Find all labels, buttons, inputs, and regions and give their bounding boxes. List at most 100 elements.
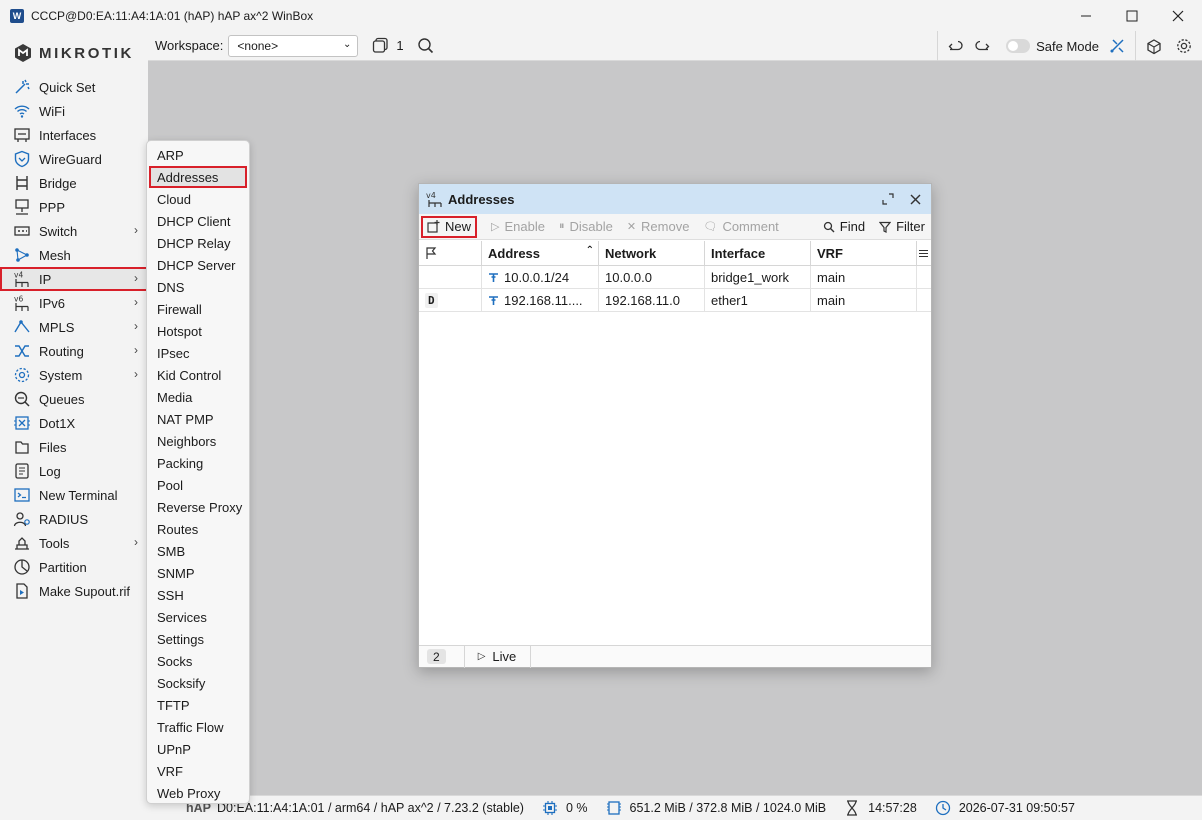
logo-text: MIKROTIK bbox=[39, 44, 134, 62]
find-button[interactable]: Find bbox=[817, 216, 871, 238]
chevron-right-icon: › bbox=[134, 223, 138, 237]
safe-mode-icon[interactable] bbox=[1107, 36, 1127, 56]
safe-mode-toggle[interactable] bbox=[1006, 39, 1031, 53]
ip-submenu-item-services[interactable]: Services bbox=[147, 606, 249, 628]
ip-submenu-item-settings[interactable]: Settings bbox=[147, 628, 249, 650]
sidebar-item-label: IP bbox=[39, 271, 52, 287]
ip-submenu-item-routes[interactable]: Routes bbox=[147, 518, 249, 540]
gear-icon[interactable] bbox=[1174, 36, 1194, 56]
window-title: CCCP@D0:EA:11:A4:1A:01 (hAP) hAP ax^2 Wi… bbox=[31, 8, 314, 23]
sidebar-item-ppp[interactable]: PPP bbox=[0, 195, 148, 219]
ip-submenu-item-dns[interactable]: DNS bbox=[147, 276, 249, 298]
ip-submenu-item-hotspot[interactable]: Hotspot bbox=[147, 320, 249, 342]
close-addresses-window-button[interactable] bbox=[906, 190, 924, 208]
sidebar-item-files[interactable]: Files bbox=[0, 435, 148, 459]
expand-window-button[interactable] bbox=[879, 190, 897, 208]
sidebar-item-tools[interactable]: Tools › bbox=[0, 531, 148, 555]
remove-button[interactable]: ✕ Remove bbox=[621, 216, 696, 238]
addresses-window-titlebar[interactable]: v4 Addresses bbox=[419, 184, 931, 214]
address-column-header[interactable]: Address ⌃ bbox=[482, 241, 599, 266]
sidebar-item-ip[interactable]: v4 IP › bbox=[0, 267, 148, 291]
sidebar-item-label: Tools bbox=[39, 535, 70, 551]
address-value: 10.0.0.1/24 bbox=[504, 270, 570, 285]
redo-icon[interactable] bbox=[972, 36, 992, 56]
datetime-value: 2026-07-31 09:50:57 bbox=[958, 801, 1075, 815]
sidebar-item-switch[interactable]: Switch › bbox=[0, 219, 148, 243]
ip-submenu-item-cloud[interactable]: Cloud bbox=[147, 188, 249, 210]
ip-submenu-item-packing[interactable]: Packing bbox=[147, 452, 249, 474]
ip-submenu-item-media[interactable]: Media bbox=[147, 386, 249, 408]
sidebar-item-new-terminal[interactable]: New Terminal bbox=[0, 483, 148, 507]
ip-submenu-item-arp[interactable]: ARP bbox=[147, 144, 249, 166]
search-icon[interactable] bbox=[416, 36, 436, 56]
sidebar-item-make-supout-rif[interactable]: Make Supout.rif bbox=[0, 579, 148, 603]
close-window-button[interactable] bbox=[1155, 0, 1201, 31]
sidebar-item-mpls[interactable]: MPLS › bbox=[0, 315, 148, 339]
workspace-select[interactable]: <none> ⌄ bbox=[228, 34, 359, 57]
vrf-column-header[interactable]: VRF bbox=[811, 241, 917, 266]
ip-submenu-item-ssh[interactable]: SSH bbox=[147, 584, 249, 606]
maximize-button[interactable] bbox=[1109, 0, 1155, 31]
ip-submenu-item-firewall[interactable]: Firewall bbox=[147, 298, 249, 320]
ip-submenu-item-vrf[interactable]: VRF bbox=[147, 760, 249, 782]
add-icon bbox=[427, 220, 440, 233]
ip-submenu-item-web-proxy[interactable]: Web Proxy bbox=[147, 782, 249, 804]
sidebar-item-dot1x[interactable]: Dot1X bbox=[0, 411, 148, 435]
ip-submenu-item-ipsec[interactable]: IPsec bbox=[147, 342, 249, 364]
column-menu-icon[interactable] bbox=[917, 241, 931, 266]
sidebar-item-wireguard[interactable]: WireGuard bbox=[0, 147, 148, 171]
ip-submenu-item-dhcp-client[interactable]: DHCP Client bbox=[147, 210, 249, 232]
disable-button[interactable]: ⏸ Disable bbox=[553, 216, 619, 238]
ip-submenu-item-socksify[interactable]: Socksify bbox=[147, 672, 249, 694]
sidebar-item-quick-set[interactable]: Quick Set bbox=[0, 75, 148, 99]
ip-submenu-item-upnp[interactable]: UPnP bbox=[147, 738, 249, 760]
table-row[interactable]: D 192.168.11.... 192.168.11.0 ether1 main bbox=[419, 289, 931, 312]
sidebar-item-wifi[interactable]: WiFi bbox=[0, 99, 148, 123]
sidebar-item-routing[interactable]: Routing › bbox=[0, 339, 148, 363]
windows-icon[interactable] bbox=[370, 36, 390, 56]
flag-column-header[interactable] bbox=[419, 241, 482, 266]
live-button[interactable]: ▷ Live bbox=[463, 645, 532, 668]
ip-submenu-item-smb[interactable]: SMB bbox=[147, 540, 249, 562]
new-button[interactable]: New bbox=[421, 215, 478, 238]
ip-submenu-item-dhcp-server[interactable]: DHCP Server bbox=[147, 254, 249, 276]
sort-asc-icon: ⌃ bbox=[585, 245, 594, 256]
sidebar-item-queues[interactable]: Queues bbox=[0, 387, 148, 411]
sidebar-item-interfaces[interactable]: Interfaces bbox=[0, 123, 148, 147]
sidebar-item-label: MPLS bbox=[39, 319, 75, 335]
undo-icon[interactable] bbox=[946, 36, 966, 56]
enable-button[interactable]: ▷ Enable bbox=[485, 216, 551, 238]
sidebar-item-mesh[interactable]: Mesh bbox=[0, 243, 148, 267]
table-row[interactable]: 10.0.0.1/24 10.0.0.0 bridge1_work main bbox=[419, 266, 931, 289]
filter-button[interactable]: Filter bbox=[873, 216, 931, 238]
minimize-button[interactable] bbox=[1063, 0, 1109, 31]
comment-button[interactable]: 🗨 Comment bbox=[697, 216, 784, 238]
ip-submenu-item-socks[interactable]: Socks bbox=[147, 650, 249, 672]
ip-submenu-item-tftp[interactable]: TFTP bbox=[147, 694, 249, 716]
sidebar-item-partition[interactable]: Partition bbox=[0, 555, 148, 579]
interface-column-header[interactable]: Interface bbox=[705, 241, 811, 266]
ip-submenu-item-addresses[interactable]: Addresses bbox=[149, 166, 247, 188]
sidebar-item-log[interactable]: Log bbox=[0, 459, 148, 483]
sidebar-item-label: WiFi bbox=[39, 103, 65, 119]
ip-submenu-item-kid-control[interactable]: Kid Control bbox=[147, 364, 249, 386]
sidebar-item-bridge[interactable]: Bridge bbox=[0, 171, 148, 195]
sidebar-item-system[interactable]: System › bbox=[0, 363, 148, 387]
address-value: 192.168.11.... bbox=[504, 293, 583, 308]
ip-submenu-item-nat-pmp[interactable]: NAT PMP bbox=[147, 408, 249, 430]
sidebar-item-ipv6[interactable]: v6 IPv6 › bbox=[0, 291, 148, 315]
addresses-footer: 2 ▷ Live bbox=[419, 645, 931, 668]
sidebar-item-radius[interactable]: RADIUS bbox=[0, 507, 148, 531]
svg-text:v4: v4 bbox=[426, 191, 436, 200]
network-column-header[interactable]: Network bbox=[599, 241, 705, 266]
ip-submenu-item-traffic-flow[interactable]: Traffic Flow bbox=[147, 716, 249, 738]
ip-submenu-item-dhcp-relay[interactable]: DHCP Relay bbox=[147, 232, 249, 254]
ip-submenu-item-reverse-proxy[interactable]: Reverse Proxy bbox=[147, 496, 249, 518]
sidebar-item-label: Log bbox=[39, 463, 61, 479]
ip-submenu-item-neighbors[interactable]: Neighbors bbox=[147, 430, 249, 452]
ip-submenu-item-snmp[interactable]: SNMP bbox=[147, 562, 249, 584]
new-window-cube-icon[interactable] bbox=[1144, 36, 1164, 56]
ip-submenu-item-pool[interactable]: Pool bbox=[147, 474, 249, 496]
remove-button-label: Remove bbox=[641, 219, 690, 234]
vrf-cell: main bbox=[811, 289, 917, 312]
